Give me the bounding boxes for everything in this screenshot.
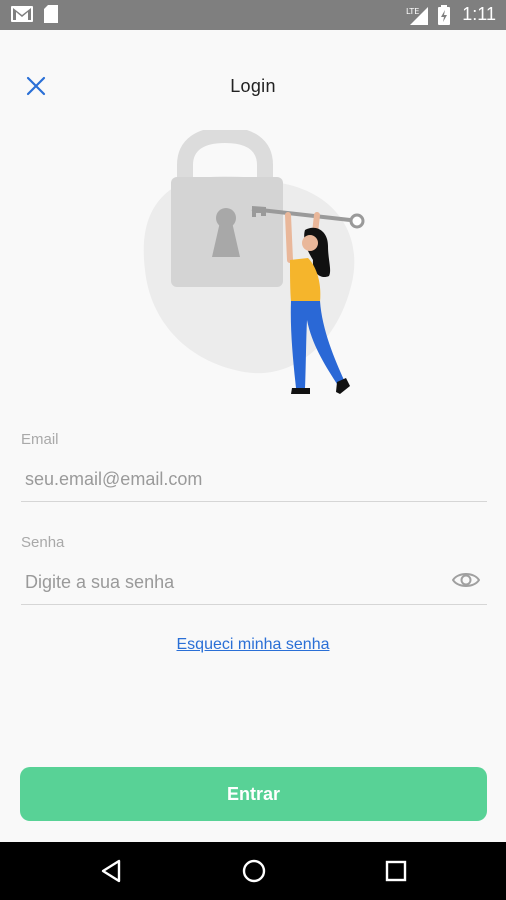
gmail-icon — [11, 6, 33, 22]
email-input[interactable] — [21, 458, 487, 502]
lock-key-illustration — [143, 130, 365, 394]
recents-square-icon — [385, 860, 407, 882]
status-bar: LTE 1:11 — [0, 0, 506, 30]
forgot-password-link[interactable]: Esqueci minha senha — [0, 636, 506, 654]
status-left-icons — [10, 5, 58, 23]
eye-icon — [451, 573, 481, 587]
back-triangle-icon — [101, 859, 121, 883]
nav-back-button[interactable] — [97, 856, 127, 886]
password-label: Senha — [21, 534, 65, 551]
signal-icon: LTE — [406, 6, 429, 25]
woman-shoe-left — [291, 388, 310, 394]
battery-icon — [438, 4, 451, 25]
padlock-shackle — [177, 130, 273, 180]
home-circle-icon — [242, 859, 266, 883]
email-label: Email — [21, 431, 59, 448]
network-type: LTE — [406, 7, 419, 16]
login-submit-button[interactable]: Entrar — [20, 767, 487, 821]
android-nav-bar — [0, 842, 506, 900]
sim-card-icon — [44, 5, 58, 23]
app-header: Login — [0, 30, 506, 140]
nav-home-button[interactable] — [239, 856, 269, 886]
password-input[interactable] — [21, 561, 487, 605]
page-title: Login — [230, 76, 276, 96]
status-time: 1:11 — [462, 4, 496, 24]
status-right-icons: LTE 1:11 — [406, 4, 496, 25]
woman-face — [302, 235, 318, 251]
nav-recents-button[interactable] — [381, 856, 411, 886]
woman-arm-left — [285, 212, 293, 263]
password-visibility-toggle[interactable] — [451, 568, 481, 592]
key-ring — [349, 213, 365, 229]
